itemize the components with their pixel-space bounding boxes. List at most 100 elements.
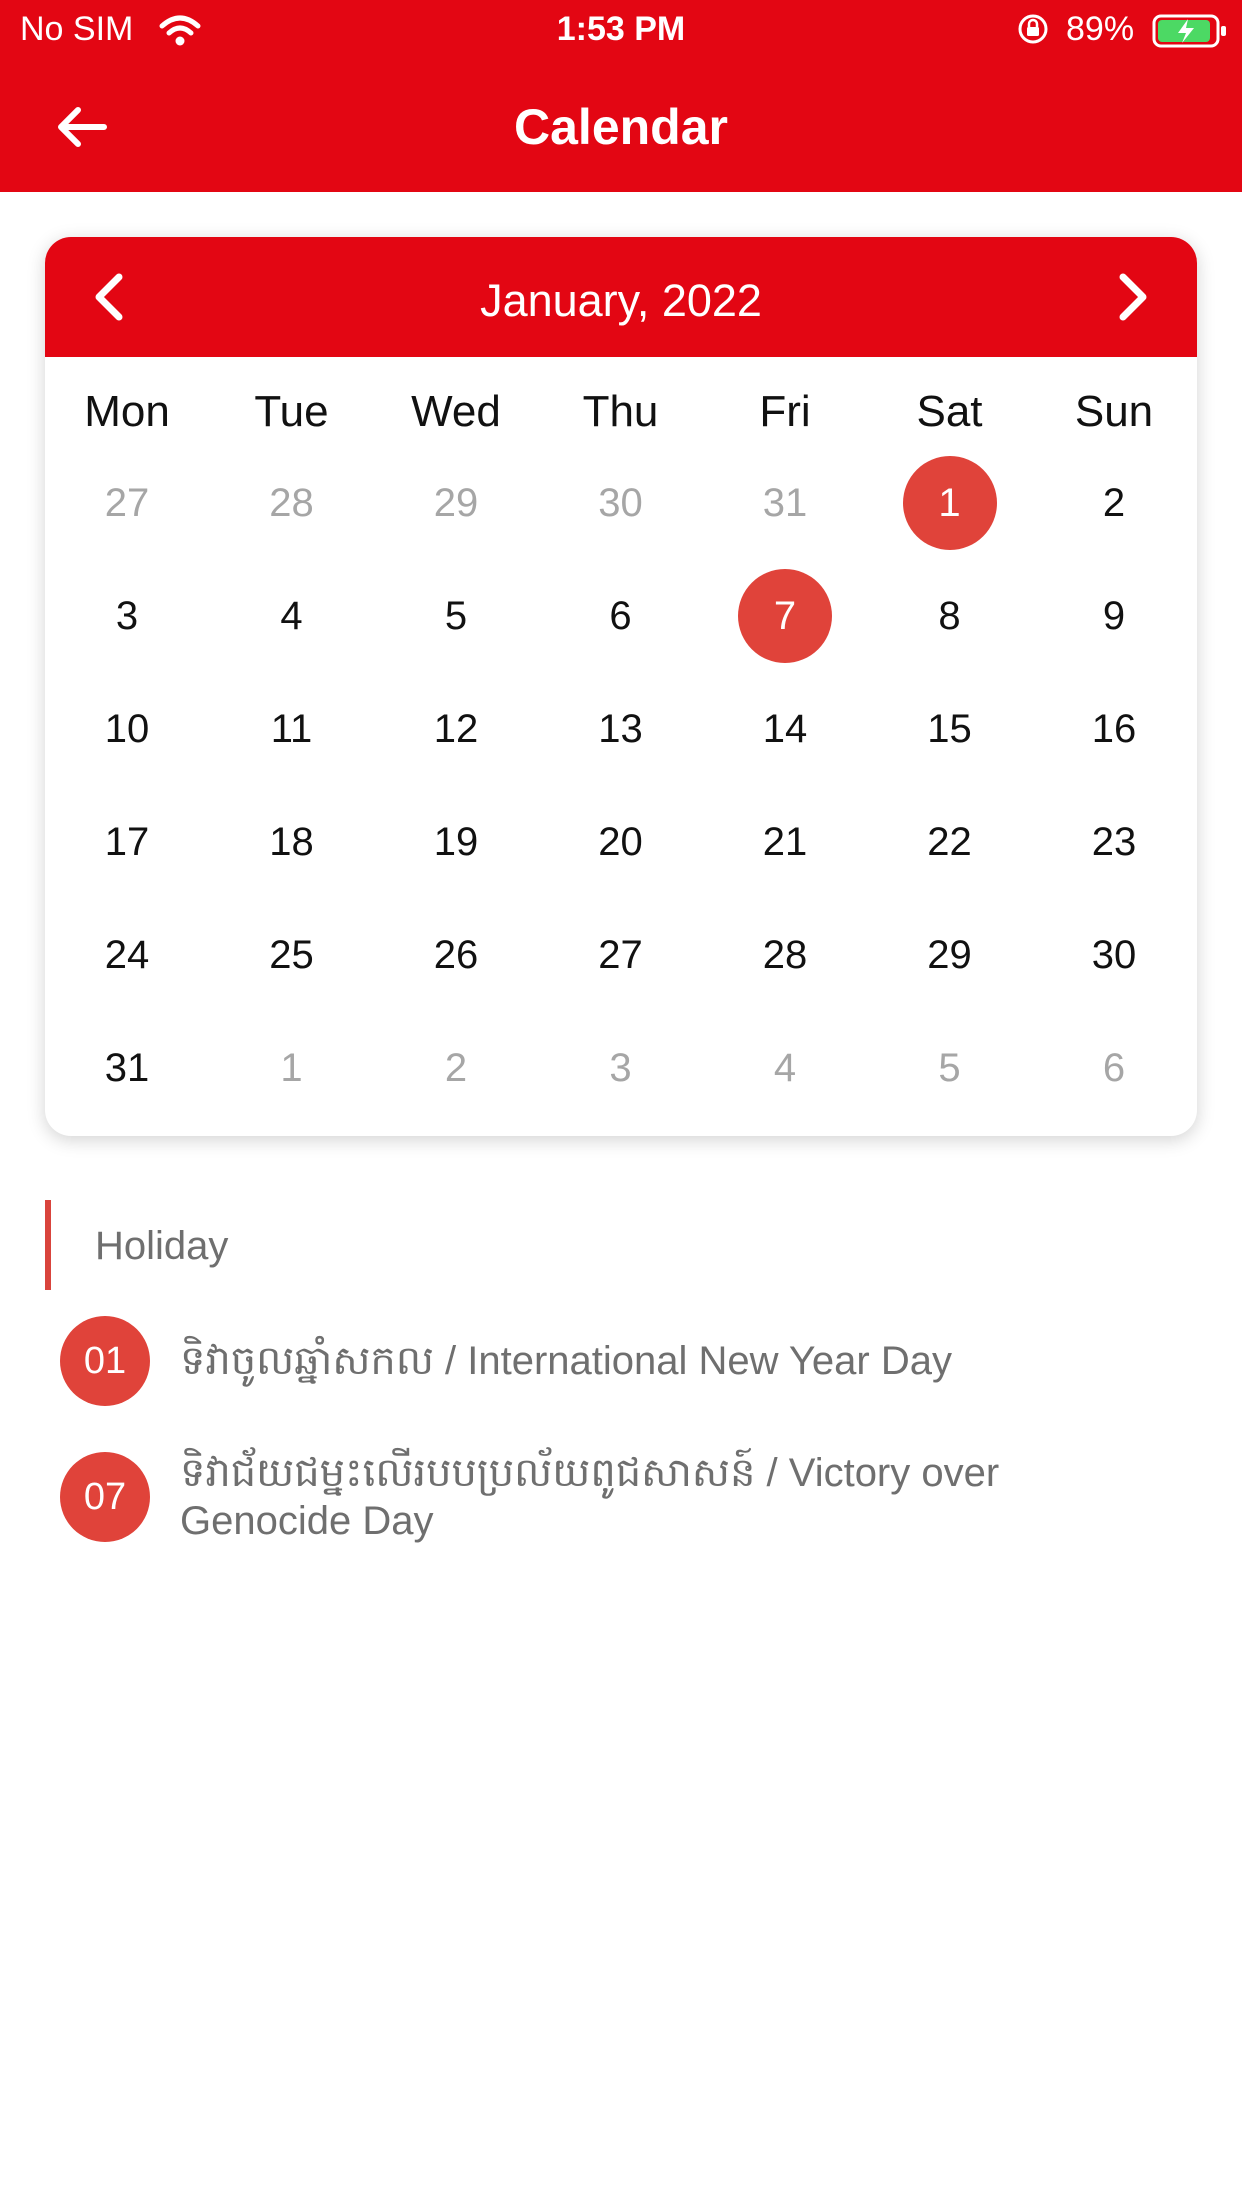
- calendar-header: January, 2022: [45, 237, 1197, 357]
- calendar-day[interactable]: 5: [374, 560, 538, 672]
- calendar-day[interactable]: 31: [703, 447, 867, 559]
- day-number: 23: [1091, 819, 1137, 864]
- day-number: 25: [269, 932, 314, 977]
- calendar-day[interactable]: 29: [868, 899, 1032, 1011]
- calendar-day[interactable]: 3: [45, 560, 209, 672]
- day-number: 24: [104, 932, 150, 977]
- calendar-day[interactable]: 25: [210, 899, 374, 1011]
- day-number: 4: [280, 593, 303, 638]
- calendar-day[interactable]: 30: [539, 447, 703, 559]
- calendar-day[interactable]: 13: [539, 673, 703, 785]
- calendar-day[interactable]: 22: [868, 786, 1032, 898]
- calendar-day[interactable]: 17: [45, 786, 209, 898]
- weekday-label-sun: Sun: [1074, 387, 1154, 436]
- calendar-day[interactable]: 27: [45, 447, 209, 559]
- battery-percent: 89%: [1066, 10, 1135, 48]
- calendar-day-holiday[interactable]: 1: [868, 447, 1032, 559]
- month-label: January, 2022: [480, 275, 762, 326]
- weekday-label-mon: Mon: [84, 387, 170, 436]
- calendar-day[interactable]: 3: [539, 1012, 703, 1124]
- day-number: 15: [927, 706, 972, 751]
- day-number: 30: [598, 480, 643, 525]
- day-number: 1: [280, 1045, 303, 1090]
- day-number: 4: [773, 1045, 797, 1090]
- day-number: 20: [598, 819, 643, 864]
- day-number: 19: [433, 819, 479, 864]
- calendar-day[interactable]: 16: [1032, 673, 1196, 785]
- app-bar: Calendar: [0, 62, 1242, 192]
- calendar-day[interactable]: 1: [210, 1012, 374, 1124]
- day-number: 29: [927, 932, 972, 977]
- calendar-day[interactable]: 6: [539, 560, 703, 672]
- day-number: 22: [927, 819, 972, 864]
- calendar-day[interactable]: 4: [703, 1012, 867, 1124]
- calendar-day[interactable]: 24: [45, 899, 209, 1011]
- holiday-marker: 7: [738, 569, 832, 663]
- day-number: 10: [104, 706, 150, 751]
- day-number: 18: [269, 819, 314, 864]
- calendar-day[interactable]: 30: [1032, 899, 1196, 1011]
- calendar-day[interactable]: 23: [1032, 786, 1196, 898]
- calendar-day[interactable]: 18: [210, 786, 374, 898]
- holiday-date-badge: 01: [60, 1316, 150, 1406]
- weekday-label-wed: Wed: [411, 387, 501, 436]
- weekday-label-thu: Thu: [582, 387, 659, 436]
- calendar-day[interactable]: 4: [210, 560, 374, 672]
- holiday-section-header: Holiday: [45, 1200, 1197, 1290]
- day-number: 6: [1102, 1045, 1126, 1090]
- day-number: 31: [104, 1045, 150, 1090]
- day-number: 14: [762, 706, 808, 751]
- holiday-item: 07 ទិវាជ័យជម្នះលើរបបប្រល័យពូជសាសន៍ / Vic…: [60, 1449, 1200, 1545]
- day-number: 28: [762, 932, 808, 977]
- holiday-section-title: Holiday: [95, 1224, 229, 1268]
- calendar-day[interactable]: 8: [868, 560, 1032, 672]
- status-bar: No SIM 1:53 PM 89%: [0, 0, 1242, 62]
- day-number: 3: [609, 1045, 632, 1090]
- calendar-card: January, 2022 Mon Tue Wed Thu Fri Sat Sun 27 28…: [45, 237, 1197, 1136]
- day-number: 7: [773, 593, 797, 638]
- day-number: 26: [433, 932, 479, 977]
- holiday-name: ទិវាចូលឆ្នាំសកល / International New Year…: [180, 1339, 952, 1383]
- calendar-day[interactable]: 21: [703, 786, 867, 898]
- clock: 1:53 PM: [556, 10, 686, 48]
- calendar-day[interactable]: 11: [210, 673, 374, 785]
- calendar-day[interactable]: 15: [868, 673, 1032, 785]
- calendar-day[interactable]: 2: [1032, 447, 1196, 559]
- day-number: 9: [1102, 593, 1126, 638]
- calendar-day[interactable]: 9: [1032, 560, 1196, 672]
- calendar-day[interactable]: 20: [539, 786, 703, 898]
- day-number: 13: [598, 706, 643, 751]
- day-number: 5: [938, 1045, 961, 1090]
- day-number: 27: [104, 480, 150, 525]
- day-number: 6: [609, 593, 632, 638]
- day-number: 2: [1102, 480, 1126, 525]
- calendar-day-holiday[interactable]: 7: [703, 560, 867, 672]
- holiday-name: ទិវាជ័យជម្នះលើរបបប្រល័យពូជសាសន៍ / Victor…: [180, 1451, 1000, 1543]
- calendar-day[interactable]: 14: [703, 673, 867, 785]
- weekday-label-tue: Tue: [254, 387, 329, 436]
- holiday-marker: 1: [902, 456, 997, 550]
- calendar-day[interactable]: 28: [703, 899, 867, 1011]
- weekday-label-sat: Sat: [916, 387, 983, 436]
- calendar-day[interactable]: 12: [374, 673, 538, 785]
- day-number: 11: [270, 706, 313, 751]
- day-number: 31: [762, 480, 808, 525]
- day-number: 5: [444, 593, 468, 638]
- day-number: 17: [104, 819, 150, 864]
- battery-icon: [1152, 14, 1226, 48]
- calendar-day[interactable]: 6: [1032, 1012, 1196, 1124]
- calendar-day[interactable]: 19: [374, 786, 538, 898]
- calendar-day[interactable]: 2: [374, 1012, 538, 1124]
- day-number: 1: [938, 480, 961, 525]
- chevron-right-icon[interactable]: [1101, 267, 1161, 327]
- calendar-day[interactable]: 10: [45, 673, 209, 785]
- calendar-day[interactable]: 31: [45, 1012, 209, 1124]
- weekday-label-fri: Fri: [759, 387, 811, 436]
- calendar-day[interactable]: 27: [539, 899, 703, 1011]
- day-number: 2: [444, 1045, 468, 1090]
- calendar-day[interactable]: 5: [868, 1012, 1032, 1124]
- calendar-day[interactable]: 26: [374, 899, 538, 1011]
- calendar-day[interactable]: 28: [210, 447, 374, 559]
- calendar-day[interactable]: 29: [374, 447, 538, 559]
- orientation-lock-icon: [1018, 14, 1048, 44]
